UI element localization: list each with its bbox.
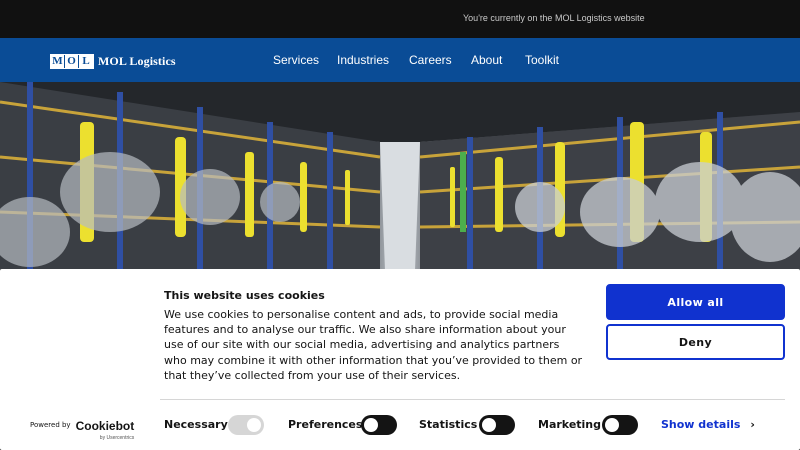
allow-all-button[interactable]: Allow all — [606, 284, 785, 320]
deny-button[interactable]: Deny — [606, 324, 785, 360]
cookie-description: We use cookies to personalise content an… — [164, 308, 583, 382]
powered-by-text: Powered by — [30, 421, 71, 429]
cookie-consent-banner: This website uses cookies We use cookies… — [0, 269, 800, 450]
category-marketing-label: Marketing — [538, 418, 602, 431]
nav-about[interactable]: About — [471, 38, 502, 82]
main-navigation: M O L MOL Logistics Services Industries … — [0, 38, 800, 82]
logo-text: MOL Logistics — [98, 53, 176, 68]
top-notice-bar: You're currently on the MOL Logistics we… — [0, 0, 800, 38]
hero-warehouse-image — [0, 82, 800, 270]
cookie-title: This website uses cookies — [164, 289, 325, 302]
show-details-label: Show details — [661, 418, 741, 431]
necessary-toggle — [228, 415, 264, 435]
nav-careers[interactable]: Careers — [409, 38, 452, 82]
cookiebot-sub: by Usercentrics — [99, 435, 135, 441]
cookiebot-brand: Cookiebot — [75, 419, 135, 433]
logo-letter: L — [79, 54, 93, 68]
chevron-right-icon: › — [750, 418, 755, 431]
preferences-toggle[interactable] — [361, 415, 397, 435]
nav-toolkit[interactable]: Toolkit — [525, 38, 559, 82]
mol-logistics-logo[interactable]: M O L MOL Logistics — [50, 53, 176, 69]
statistics-toggle[interactable] — [479, 415, 515, 435]
logo-letter: O — [65, 54, 79, 68]
logo-letter: M — [51, 54, 65, 68]
logo-mark: M O L — [50, 53, 94, 69]
cookiebot-wordmark: Cookiebot by Usercentrics — [75, 419, 135, 441]
category-statistics-label: Statistics — [419, 418, 478, 431]
marketing-toggle[interactable] — [602, 415, 638, 435]
site-notice: You're currently on the MOL Logistics we… — [463, 13, 645, 23]
warehouse-illustration — [0, 82, 800, 270]
cookiebot-logo[interactable]: Powered by Cookiebot by Usercentrics — [30, 419, 135, 441]
category-preferences-label: Preferences — [288, 418, 363, 431]
divider — [160, 399, 785, 400]
category-necessary-label: Necessary — [164, 418, 228, 431]
nav-industries[interactable]: Industries — [337, 38, 389, 82]
nav-services[interactable]: Services — [273, 38, 319, 82]
show-details-link[interactable]: Show details › — [661, 418, 755, 431]
